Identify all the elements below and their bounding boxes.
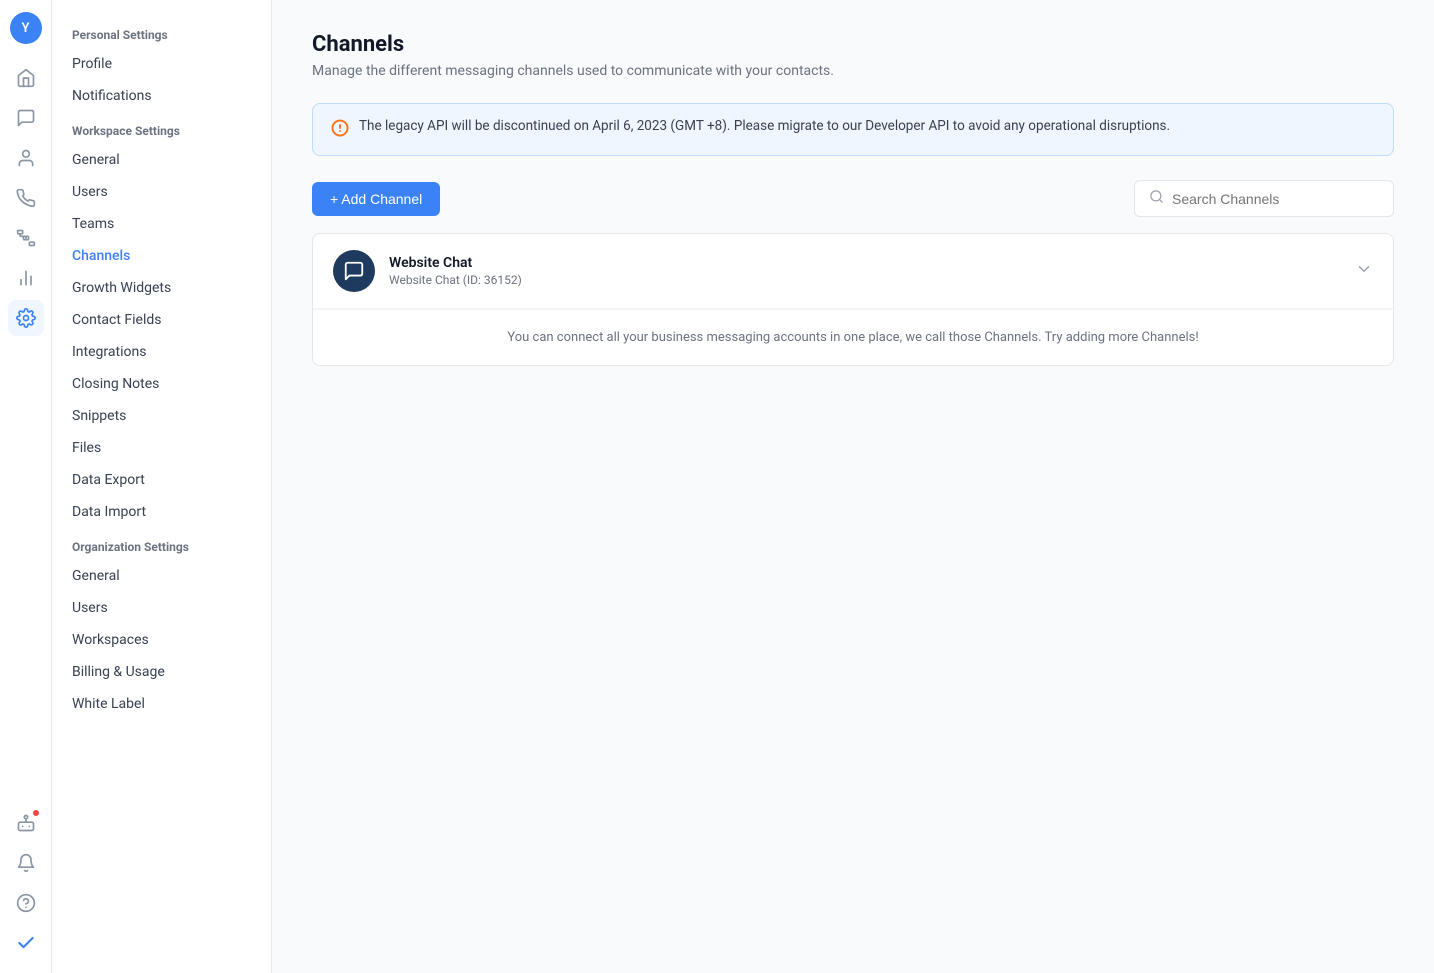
channel-avatar — [333, 250, 375, 292]
sidebar-item-teams[interactable]: Teams — [52, 208, 271, 240]
phone-icon[interactable] — [8, 180, 44, 216]
workspace-settings-heading: Workspace Settings — [52, 112, 271, 144]
warning-icon — [331, 119, 349, 141]
settings-icon[interactable] — [8, 300, 44, 336]
sidebar-item-ws-general[interactable]: General — [52, 144, 271, 176]
icon-rail: Y — [0, 0, 52, 973]
personal-settings-heading: Personal Settings — [52, 16, 271, 48]
sidebar-item-channels[interactable]: Channels — [52, 240, 271, 272]
home-icon[interactable] — [8, 60, 44, 96]
help-icon[interactable] — [8, 885, 44, 921]
alert-text: The legacy API will be discontinued on A… — [359, 118, 1170, 134]
sidebar-item-contact-fields[interactable]: Contact Fields — [52, 304, 271, 336]
sidebar-item-data-import[interactable]: Data Import — [52, 496, 271, 528]
sidebar-item-files[interactable]: Files — [52, 432, 271, 464]
profile-label: Profile — [72, 56, 112, 72]
channels-toolbar: + Add Channel — [312, 180, 1394, 217]
sidebar-item-billing[interactable]: Billing & Usage — [52, 656, 271, 688]
check-mark-icon[interactable] — [8, 925, 44, 961]
notifications-label: Notifications — [72, 88, 152, 104]
sidebar: Personal Settings Profile Notifications … — [52, 0, 272, 973]
sidebar-item-closing-notes[interactable]: Closing Notes — [52, 368, 271, 400]
channel-info: Website Chat Website Chat (ID: 36152) — [389, 255, 1355, 287]
sidebar-item-workspaces[interactable]: Workspaces — [52, 624, 271, 656]
chat-icon[interactable] — [8, 100, 44, 136]
notification-icon[interactable] — [8, 845, 44, 881]
analytics-icon[interactable] — [8, 260, 44, 296]
channels-footer-note: You can connect all your business messag… — [313, 309, 1393, 365]
channel-id: Website Chat (ID: 36152) — [389, 273, 1355, 287]
sidebar-item-ws-users[interactable]: Users — [52, 176, 271, 208]
search-box — [1134, 180, 1394, 217]
page-title: Channels — [312, 32, 1394, 57]
sidebar-item-snippets[interactable]: Snippets — [52, 400, 271, 432]
sidebar-item-org-users[interactable]: Users — [52, 592, 271, 624]
bot-icon[interactable] — [8, 805, 44, 841]
search-input[interactable] — [1172, 191, 1379, 207]
search-icon — [1149, 189, 1164, 208]
sidebar-item-data-export[interactable]: Data Export — [52, 464, 271, 496]
sidebar-item-org-general[interactable]: General — [52, 560, 271, 592]
sidebar-item-white-label[interactable]: White Label — [52, 688, 271, 720]
contacts-icon[interactable] — [8, 140, 44, 176]
chevron-down-icon — [1355, 260, 1373, 282]
user-avatar[interactable]: Y — [10, 12, 42, 44]
sidebar-item-profile[interactable]: Profile — [52, 48, 271, 80]
sidebar-item-growth-widgets[interactable]: Growth Widgets — [52, 272, 271, 304]
channel-item-website-chat[interactable]: Website Chat Website Chat (ID: 36152) — [313, 234, 1393, 309]
add-channel-button[interactable]: + Add Channel — [312, 182, 440, 216]
organization-settings-heading: Organization Settings — [52, 528, 271, 560]
alert-banner: The legacy API will be discontinued on A… — [312, 103, 1394, 156]
sidebar-item-integrations[interactable]: Integrations — [52, 336, 271, 368]
channel-list: Website Chat Website Chat (ID: 36152) Yo… — [312, 233, 1394, 366]
org-chart-icon[interactable] — [8, 220, 44, 256]
page-subtitle: Manage the different messaging channels … — [312, 63, 1394, 79]
main-content: Channels Manage the different messaging … — [272, 0, 1434, 973]
channel-name: Website Chat — [389, 255, 1355, 271]
sidebar-item-notifications[interactable]: Notifications — [52, 80, 271, 112]
